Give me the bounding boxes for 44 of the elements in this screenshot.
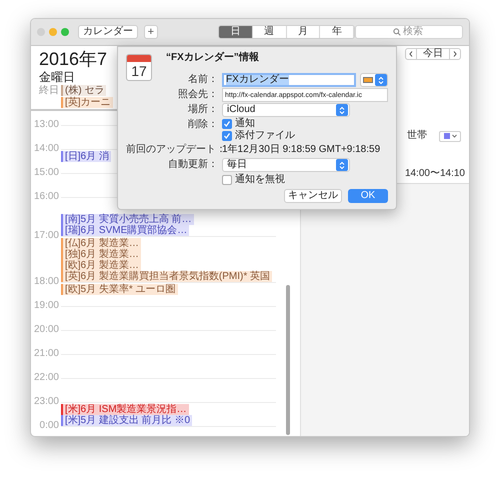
hour-label: 20:00 — [32, 325, 60, 335]
event-time: 14:00〜14:10 — [404, 168, 465, 180]
field-label: 前回のアップデート： — [126, 143, 222, 157]
hour-label: 14:00 — [32, 144, 60, 154]
field-label: 照会先： — [177, 88, 219, 102]
last-update-value: 1年12月30日 9:18:59 GMT+9:18:59 — [222, 143, 382, 157]
dialog-title: “FXカレンダー”情報 — [166, 52, 259, 64]
search-field[interactable]: 検索 — [355, 25, 463, 39]
all-day-label: 終日 — [38, 85, 60, 98]
cancel-button[interactable]: キャンセル — [284, 189, 342, 203]
weekday-label: 金曜日 — [39, 70, 75, 84]
hour-label: 13:00 — [32, 120, 60, 130]
hour-label: 21:00 — [32, 349, 60, 359]
search-input[interactable]: 検索 — [403, 26, 426, 38]
checkbox-label: 通知 — [235, 119, 255, 129]
hour-label: 16:00 — [32, 192, 60, 202]
event-title: 世帯 — [407, 130, 427, 142]
ok-button[interactable]: OK — [348, 189, 388, 203]
hour-label: 23:00 — [32, 397, 60, 407]
view-tab[interactable]: 年 — [320, 26, 354, 38]
hour-label: 22:00 — [32, 373, 60, 383]
hour-label: 18:00 — [32, 277, 60, 287]
view-tab[interactable]: 月 — [286, 26, 320, 38]
name-value: FXカレンダー — [226, 75, 289, 85]
field-label: 場所： — [187, 103, 219, 117]
checkbox-label: 通知を無視 — [235, 174, 285, 184]
hour-label: 15:00 — [32, 168, 60, 178]
field-label: 削除： — [187, 118, 219, 132]
date-number: 17 — [130, 62, 148, 80]
name-field[interactable]: FXカレンダー — [222, 73, 356, 87]
location-select[interactable]: iCloud — [222, 103, 350, 117]
view-tab[interactable]: 週 — [252, 26, 287, 38]
auto-refresh-select[interactable]: 毎日 — [222, 158, 350, 172]
today-button[interactable]: 今日 — [417, 48, 449, 60]
hour-label: 17:00 — [32, 231, 60, 241]
calendars-button[interactable]: カレンダー — [78, 25, 138, 39]
view-tab[interactable]: 日 — [218, 26, 253, 38]
checkbox-label: 添付ファイル — [235, 131, 295, 141]
month-title: 2016年7 — [39, 49, 108, 70]
field-label: 自動更新： — [167, 158, 219, 172]
add-button[interactable]: + — [144, 25, 158, 39]
hour-label: 19:00 — [32, 301, 60, 311]
hour-label: 0:00 — [38, 421, 60, 431]
field-label: 名前： — [187, 73, 219, 87]
